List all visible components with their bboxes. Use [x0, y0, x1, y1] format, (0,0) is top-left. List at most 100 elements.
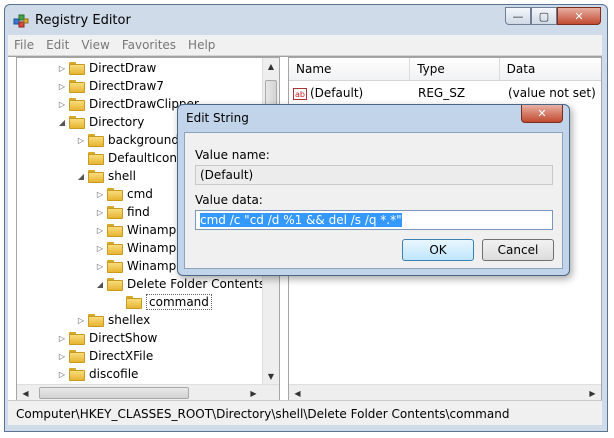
tree-item-label: shellex [108, 313, 151, 327]
tree-item[interactable]: ▷ DirectDraw [57, 59, 156, 77]
expand-arrow-icon[interactable]: ▷ [95, 190, 105, 199]
value-name-cell: ab (Default) [289, 86, 411, 100]
ok-button[interactable]: OK [402, 239, 474, 261]
edit-string-dialog: Edit String ✕ Value name: (Default) Valu… [177, 104, 570, 276]
value-data-input[interactable]: cmd /c "cd /d %1 && del /s /q *.*" [195, 210, 553, 230]
maximize-button[interactable]: ▢ [531, 7, 557, 25]
scroll-down-arrow-icon[interactable]: ▼ [263, 368, 279, 385]
folder-icon [69, 79, 85, 93]
values-horizontal-scrollbar[interactable]: ◀ ▶ [289, 384, 601, 401]
folder-icon [88, 313, 104, 327]
collapse-arrow-icon[interactable]: ◢ [57, 118, 67, 127]
tree-item[interactable]: ▷ background [76, 131, 179, 149]
expand-arrow-icon[interactable]: ▷ [76, 136, 86, 145]
expand-arrow-icon[interactable]: ▷ [95, 244, 105, 253]
expand-arrow-icon[interactable]: ▷ [95, 208, 105, 217]
folder-icon [88, 133, 104, 147]
menu-bar: File Edit View Favorites Help [8, 35, 602, 56]
menu-favorites[interactable]: Favorites [116, 38, 182, 52]
tree-item-label: Winamp. [127, 259, 181, 273]
expand-arrow-icon[interactable]: ▷ [57, 100, 67, 109]
folder-icon [126, 295, 142, 309]
tree-item[interactable]: ◢ Directory [57, 113, 144, 131]
window-title: Registry Editor [35, 13, 131, 28]
menu-file[interactable]: File [8, 38, 40, 52]
value-name-label: Value name: [195, 148, 270, 162]
expand-arrow-icon[interactable]: ▷ [57, 64, 67, 73]
tree-item[interactable]: ▷ cmd [95, 185, 153, 203]
tree-item-label: find [127, 205, 150, 219]
minimize-button[interactable]: — [505, 7, 531, 25]
tree-item[interactable]: ▷ shellex [76, 311, 150, 329]
tree-item-label: Winamp. [127, 241, 181, 255]
folder-icon [69, 349, 85, 363]
tree-item[interactable]: ▷ discofile [57, 365, 139, 383]
tree-item-label: DirectShow [89, 331, 158, 345]
tree-item[interactable]: DefaultIcon [76, 149, 177, 167]
close-button[interactable]: ✕ [557, 7, 601, 25]
string-value-icon: ab [293, 87, 307, 100]
status-bar: Computer\HKEY_CLASSES_ROOT\Directory\she… [8, 400, 602, 425]
scroll-left-arrow-icon[interactable]: ◀ [17, 385, 34, 401]
expand-arrow-icon[interactable]: ▷ [57, 82, 67, 91]
tree-item-label: Directory [89, 115, 145, 129]
tree-item[interactable]: ▷ Winamp. [95, 221, 180, 239]
tree-item-label: Winamp. [127, 223, 181, 237]
tree-item-label: cmd [127, 187, 153, 201]
scroll-up-arrow-icon[interactable]: ▲ [263, 58, 279, 75]
expand-arrow-icon[interactable]: ▷ [57, 334, 67, 343]
scroll-left-arrow-icon[interactable]: ◀ [289, 385, 306, 401]
folder-icon [88, 151, 104, 165]
folder-icon [88, 169, 104, 183]
collapse-arrow-icon[interactable]: ◢ [95, 280, 105, 289]
value-name-field: (Default) [195, 165, 553, 185]
folder-icon [107, 259, 123, 273]
folder-icon [107, 241, 123, 255]
folder-icon [107, 277, 123, 291]
value-data-text: cmd /c "cd /d %1 && del /s /q *.*" [200, 213, 402, 227]
folder-icon [69, 97, 85, 111]
column-data-header[interactable]: Data [500, 58, 601, 80]
tree-item[interactable]: command [114, 293, 212, 311]
value-row-default[interactable]: ab (Default) REG_SZ (value not set) [289, 84, 601, 102]
values-column-header: Name Type Data [289, 58, 601, 81]
folder-icon [107, 187, 123, 201]
collapse-arrow-icon[interactable]: ◢ [76, 172, 86, 181]
expand-arrow-icon[interactable]: ▷ [57, 352, 67, 361]
expand-arrow-icon[interactable]: ▷ [57, 370, 67, 379]
tree-item[interactable]: ▷ DirectShow [57, 329, 157, 347]
dialog-body: Value name: (Default) Value data: cmd /c… [184, 132, 563, 269]
caption-buttons: — ▢ ✕ [505, 7, 601, 27]
tree-item[interactable]: ▷ DirectDraw7 [57, 77, 164, 95]
value-data: (value not set) [508, 86, 596, 100]
expand-arrow-icon[interactable]: ▷ [95, 226, 105, 235]
value-type: REG_SZ [418, 86, 466, 100]
dialog-title: Edit String [186, 111, 249, 125]
folder-icon [69, 115, 85, 129]
tree-item-label: DirectDraw7 [89, 79, 164, 93]
folder-icon [69, 367, 85, 381]
tree-horizontal-scrollbar[interactable]: ◀ ▶ [17, 384, 279, 401]
menu-view[interactable]: View [75, 38, 115, 52]
tree-item[interactable]: ◢ shell [76, 167, 136, 185]
value-name: (Default) [310, 86, 364, 100]
value-data-label: Value data: [195, 193, 263, 207]
column-type-header[interactable]: Type [410, 58, 500, 80]
scroll-right-arrow-icon[interactable]: ▶ [245, 385, 262, 401]
cancel-button[interactable]: Cancel [482, 239, 554, 261]
expand-arrow-icon[interactable]: ▷ [76, 316, 86, 325]
menu-help[interactable]: Help [182, 38, 221, 52]
tree-item[interactable]: ▷ Winamp. [95, 239, 180, 257]
dialog-close-button[interactable]: ✕ [521, 105, 563, 123]
column-name-header[interactable]: Name [289, 58, 411, 80]
tree-item[interactable]: ▷ find [95, 203, 150, 221]
tree-item[interactable]: ▷ DirectXFile [57, 347, 153, 365]
menu-edit[interactable]: Edit [40, 38, 75, 52]
scroll-right-arrow-icon[interactable]: ▶ [584, 385, 601, 401]
tree-item[interactable]: ▷ Winamp. [95, 257, 180, 275]
tree-item[interactable]: ◢ Delete Folder Contents [95, 275, 265, 293]
expand-arrow-icon[interactable]: ▷ [95, 262, 105, 271]
title-bar[interactable]: Registry Editor — ▢ ✕ [5, 5, 607, 35]
tree-item-label: background [108, 133, 179, 147]
tree-horizontal-scroll-thumb[interactable] [39, 387, 189, 399]
